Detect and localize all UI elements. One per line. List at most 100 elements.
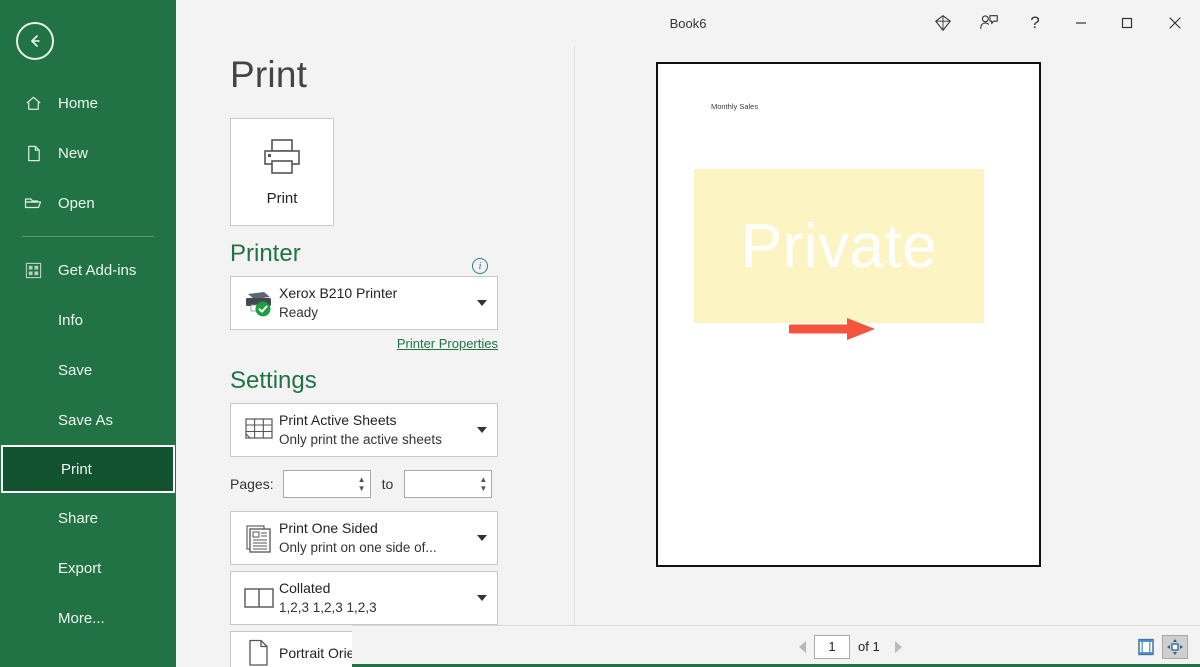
- print-backstage-view: Home New Open: [0, 0, 1200, 667]
- title-bar: Book6 ?: [176, 0, 1200, 46]
- setting-main-label: Print One Sided: [279, 518, 489, 538]
- one-sided-icon: [239, 523, 279, 553]
- sidebar-item-label: Get Add-ins: [58, 262, 136, 279]
- minimize-icon[interactable]: [1058, 0, 1104, 46]
- pages-to-input[interactable]: [405, 472, 469, 497]
- preview-sheet-title: Monthly Sales: [711, 102, 758, 111]
- pages-label: Pages:: [230, 476, 274, 492]
- printer-status: Ready: [279, 303, 489, 323]
- chevron-down-icon[interactable]: [477, 535, 487, 541]
- sidebar-item-share[interactable]: Share: [0, 493, 176, 543]
- pages-to-spin-arrows[interactable]: ▲ ▼: [479, 471, 487, 497]
- spin-up-icon[interactable]: ▲: [479, 477, 487, 483]
- sidebar-item-export[interactable]: Export: [0, 543, 176, 593]
- sidebar-item-label: New: [58, 145, 88, 162]
- preview-view-controls: [1133, 635, 1188, 659]
- print-button[interactable]: Print: [230, 118, 334, 226]
- page-navigation: of 1: [792, 635, 909, 659]
- back-button[interactable]: [16, 22, 54, 60]
- page-count-label: of 1: [858, 639, 880, 654]
- user-account-icon[interactable]: [966, 0, 1012, 46]
- help-icon[interactable]: ?: [1012, 0, 1058, 46]
- premium-diamond-icon[interactable]: [920, 0, 966, 46]
- pages-to-label: to: [382, 476, 394, 492]
- setting-sub-label: Only print the active sheets: [279, 430, 489, 450]
- current-page-input[interactable]: [814, 635, 850, 659]
- spin-up-icon[interactable]: ▲: [358, 477, 366, 483]
- portrait-page-icon: [239, 638, 279, 667]
- zoom-to-page-icon[interactable]: [1162, 635, 1188, 659]
- new-document-icon: [22, 142, 44, 164]
- sidebar-divider: [22, 236, 154, 237]
- print-preview-pane[interactable]: Monthly Sales Private: [574, 46, 1200, 667]
- spin-down-icon[interactable]: ▼: [358, 486, 366, 492]
- sidebar-item-label: Share: [58, 510, 98, 527]
- pages-from-input[interactable]: [284, 472, 348, 497]
- back-arrow-icon: [26, 32, 44, 50]
- chevron-down-icon[interactable]: [477, 300, 487, 306]
- watermark-text: Private: [741, 211, 937, 282]
- printer-name: Xerox B210 Printer: [279, 283, 489, 303]
- add-ins-icon: [22, 259, 44, 281]
- main-region: Book6 ?: [176, 0, 1200, 667]
- backstage-content: Print Print Copies:: [176, 46, 1200, 667]
- pages-from-stepper[interactable]: ▲ ▼: [283, 470, 371, 498]
- page-title: Print: [230, 54, 506, 96]
- sidebar-item-new[interactable]: New: [0, 128, 176, 178]
- setting-collation[interactable]: Collated 1,2,3 1,2,3 1,2,3: [230, 571, 498, 625]
- maximize-icon[interactable]: [1104, 0, 1150, 46]
- show-margins-icon[interactable]: [1133, 635, 1159, 659]
- sidebar-item-label: Export: [58, 560, 101, 577]
- preview-status-bar: of 1: [352, 625, 1200, 667]
- sidebar-item-label: More...: [58, 610, 105, 627]
- sidebar-item-label: Info: [58, 312, 83, 329]
- spin-down-icon[interactable]: ▼: [479, 486, 487, 492]
- printer-properties-row: Printer Properties: [230, 335, 498, 353]
- setting-collation-text: Collated 1,2,3 1,2,3 1,2,3: [279, 578, 489, 618]
- sidebar-item-get-add-ins[interactable]: Get Add-ins: [0, 245, 176, 295]
- info-icon[interactable]: i: [472, 258, 488, 274]
- sidebar-item-open[interactable]: Open: [0, 178, 176, 228]
- pages-to-stepper[interactable]: ▲ ▼: [404, 470, 492, 498]
- setting-sub-label: Only print on one side of...: [279, 538, 489, 558]
- backstage-sidebar: Home New Open: [0, 0, 176, 667]
- setting-sides[interactable]: Print One Sided Only print on one side o…: [230, 511, 498, 565]
- print-settings-column: Print Print Copies:: [176, 46, 506, 667]
- next-page-icon[interactable]: [887, 636, 909, 658]
- settings-section-title: Settings: [230, 367, 506, 395]
- private-watermark: Private: [694, 169, 984, 323]
- chevron-down-icon[interactable]: [477, 427, 487, 433]
- sidebar-item-more[interactable]: More...: [0, 593, 176, 643]
- printer-section-title: Printer: [230, 240, 498, 268]
- setting-main-label: Collated: [279, 578, 489, 598]
- sidebar-item-label: Save As: [58, 412, 113, 429]
- sidebar-item-label: Save: [58, 362, 92, 379]
- setting-sub-label: 1,2,3 1,2,3 1,2,3: [279, 598, 489, 618]
- collated-icon: [239, 585, 279, 611]
- printer-select-text: Xerox B210 Printer Ready: [279, 283, 489, 323]
- sidebar-item-info[interactable]: Info: [0, 295, 176, 345]
- printer-select[interactable]: Xerox B210 Printer Ready: [230, 276, 498, 330]
- sidebar-item-label: Open: [58, 195, 95, 212]
- setting-print-range[interactable]: Print Active Sheets Only print the activ…: [230, 403, 498, 457]
- setting-print-range-text: Print Active Sheets Only print the activ…: [279, 410, 489, 450]
- sidebar-item-label: Print: [61, 461, 92, 478]
- printer-icon: [259, 137, 305, 182]
- previous-page-icon[interactable]: [792, 636, 814, 658]
- window-controls: ?: [920, 0, 1200, 46]
- sidebar-item-print[interactable]: Print: [1, 445, 175, 493]
- sidebar-item-save[interactable]: Save: [0, 345, 176, 395]
- printer-properties-link[interactable]: Printer Properties: [397, 336, 498, 351]
- open-folder-icon: [22, 192, 44, 214]
- print-sheets-icon: [239, 415, 279, 445]
- backstage-nav-list: Home New Open: [0, 78, 176, 643]
- setting-main-label: Print Active Sheets: [279, 410, 489, 430]
- setting-sides-text: Print One Sided Only print on one side o…: [279, 518, 489, 558]
- printer-device-icon: [239, 288, 279, 318]
- pages-from-spin-arrows[interactable]: ▲ ▼: [358, 471, 366, 497]
- sidebar-item-home[interactable]: Home: [0, 78, 176, 128]
- red-arrow-annotation: [789, 314, 879, 344]
- close-icon[interactable]: [1150, 0, 1200, 46]
- sidebar-item-save-as[interactable]: Save As: [0, 395, 176, 445]
- chevron-down-icon[interactable]: [477, 595, 487, 601]
